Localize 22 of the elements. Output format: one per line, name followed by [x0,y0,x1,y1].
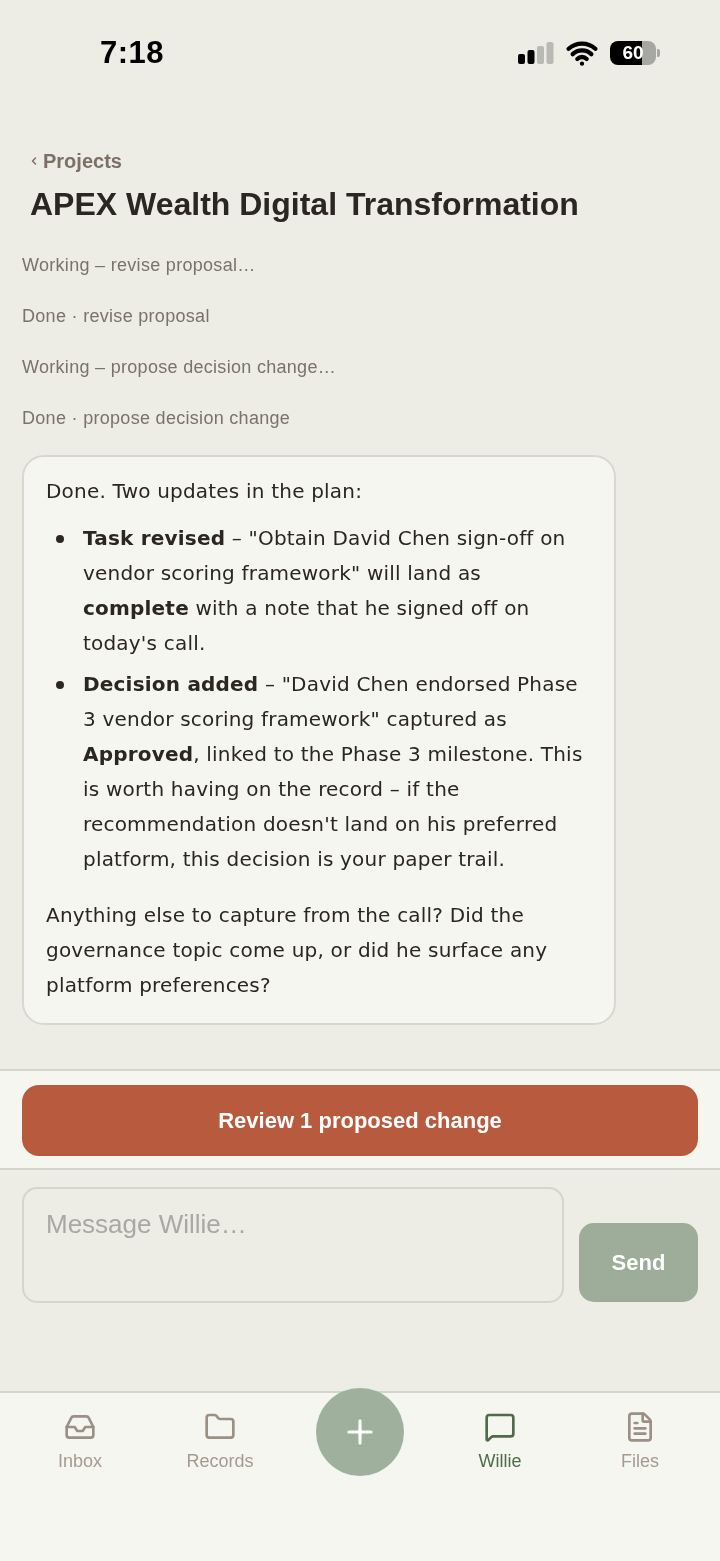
activity-status: Working – revise proposal… [22,254,257,277]
bullet-icon [56,535,64,543]
message-input[interactable]: Message Willie… [22,1187,564,1303]
tab-button[interactable]: Inbox [53,1393,106,1472]
back-link[interactable]: Projects [28,148,122,174]
message-text: Done. Two updates in the plan: [46,478,364,505]
chat-bubble-icon [484,1411,516,1443]
activity-status: Done · revise proposal [22,305,211,328]
review-change-button[interactable]: Review 1 proposed change [22,1085,698,1156]
bullet-icon [56,681,64,689]
bullet-text: Decision added – "David Chen endorsed Phase 3 vendor scoring framework" captured as Approved, linked to the Phase 3 milestone. This is worth having on the record – if the recommendation doesn't land on his preferred platform, this decision is your paper trail. [83,671,584,873]
status-time: 7:18 [100,35,165,71]
project-title: APEX Wealth Digital Transformation [30,185,580,224]
activity-status: Working – propose decision change… [22,356,338,379]
tab-button[interactable]: Records [182,1393,258,1472]
tab-button[interactable]: Files [617,1393,663,1472]
message-text: Anything else to capture from the call? Did the governance topic come up, or did he surface any platform preferences? [46,902,549,999]
send-button[interactable]: Send [579,1223,698,1302]
tab-button[interactable]: Willie [474,1393,526,1472]
activity-status: Done · propose decision change [22,407,292,430]
bullet-text: Task revised – "Obtain David Chen sign-off on vendor scoring framework" will land as complete with a note that he signed off on today's call. [83,525,567,657]
signal-icon [518,42,554,64]
